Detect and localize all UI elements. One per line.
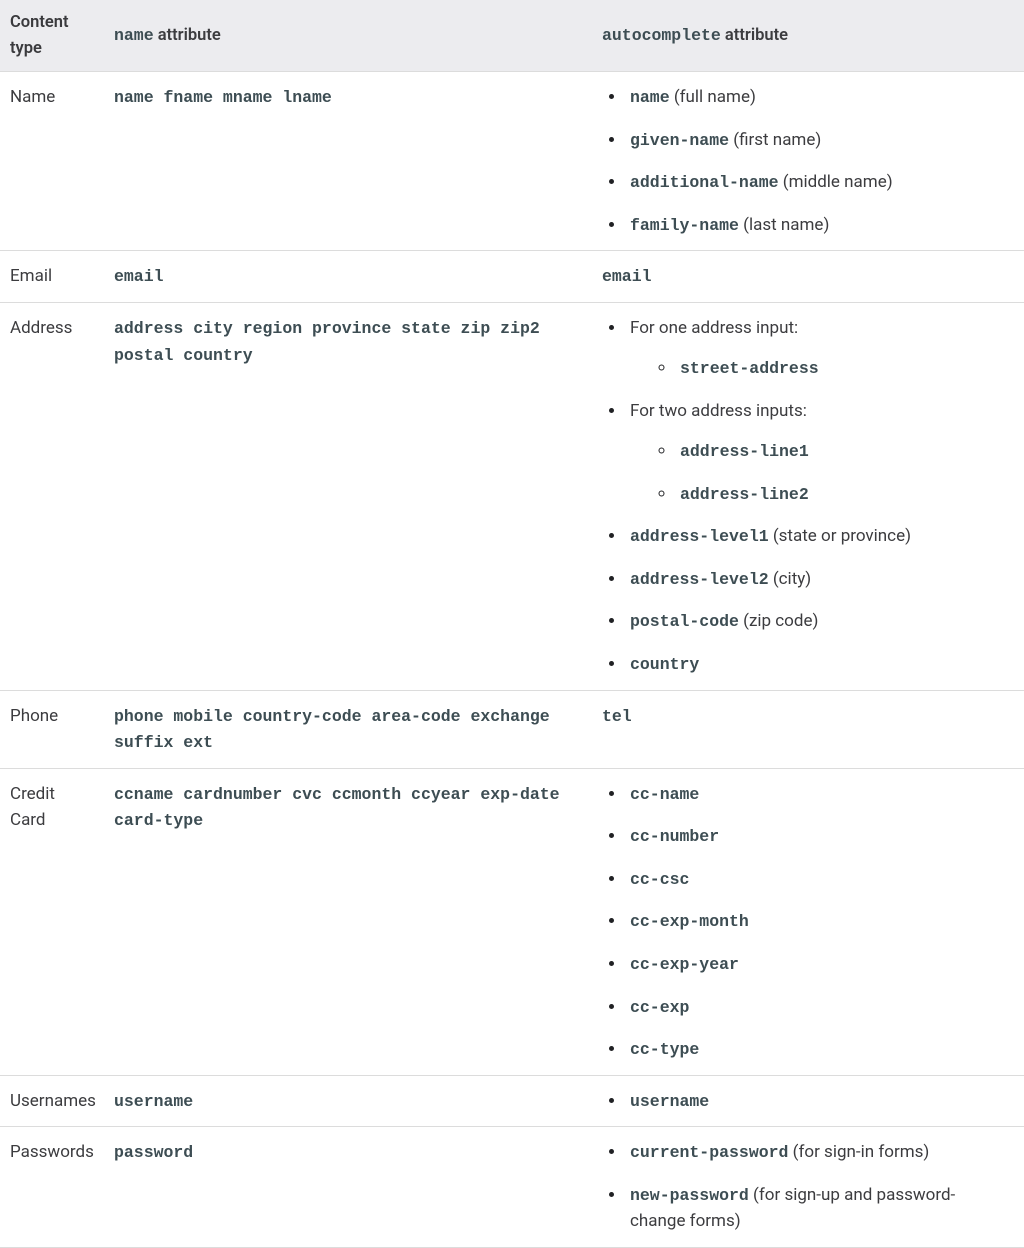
list-item: cc-exp-month <box>626 908 1008 935</box>
table-header-row: Content type name attribute autocomplete… <box>0 0 1024 72</box>
table-row-usernames: Usernames username username <box>0 1075 1024 1127</box>
list-item: cc-csc <box>626 866 1008 893</box>
name-attr-values: email <box>114 267 164 286</box>
autocomplete-list: current-password (for sign-in forms) new… <box>602 1139 1008 1234</box>
autocomplete-value: email <box>602 267 652 286</box>
nested-list: address-line1 address-line2 <box>630 438 1008 507</box>
autocomplete-list: name (full name) given-name (first name)… <box>602 84 1008 238</box>
list-item: family-name (last name) <box>626 212 1008 239</box>
list-item: new-password (for sign-up and password-c… <box>626 1182 1008 1235</box>
list-item: given-name (first name) <box>626 127 1008 154</box>
table-row-phone: Phone phone mobile country-code area-cod… <box>0 690 1024 768</box>
name-attr-values: password <box>114 1143 193 1162</box>
list-item: For one address input: street-address <box>626 315 1008 382</box>
name-attr-values: address city region province state zip z… <box>114 319 540 365</box>
name-attr-values: username <box>114 1092 193 1111</box>
row-label: Address <box>10 318 72 338</box>
row-label: Name <box>10 87 55 107</box>
list-item: cc-name <box>626 781 1008 808</box>
table-row-name: Name name fname mname lname name (full n… <box>0 72 1024 251</box>
list-item: current-password (for sign-in forms) <box>626 1139 1008 1166</box>
autocomplete-value: tel <box>602 707 632 726</box>
table-row-credit-card: Credit Card ccname cardnumber cvc ccmont… <box>0 768 1024 1075</box>
list-item: address-level2 (city) <box>626 566 1008 593</box>
list-item: address-line2 <box>676 481 1008 508</box>
table-row-address: Address address city region province sta… <box>0 302 1024 690</box>
list-item: additional-name (middle name) <box>626 169 1008 196</box>
autocomplete-list: username <box>602 1088 1008 1115</box>
list-item: postal-code (zip code) <box>626 608 1008 635</box>
list-item: For two address inputs: address-line1 ad… <box>626 398 1008 507</box>
list-item: username <box>626 1088 1008 1115</box>
list-item: cc-type <box>626 1036 1008 1063</box>
header-content-type: Content type <box>0 0 104 72</box>
name-attr-values: phone mobile country-code area-code exch… <box>114 707 550 753</box>
nested-list: street-address <box>630 355 1008 382</box>
list-item: country <box>626 651 1008 678</box>
list-item: cc-number <box>626 823 1008 850</box>
name-attr-values: ccname cardnumber cvc ccmonth ccyear exp… <box>114 785 560 831</box>
autocomplete-list: cc-name cc-number cc-csc cc-exp-month cc… <box>602 781 1008 1063</box>
autofill-attributes-table: Content type name attribute autocomplete… <box>0 0 1024 1248</box>
list-item: street-address <box>676 355 1008 382</box>
header-autocomplete-attribute: autocomplete attribute <box>592 0 1024 72</box>
list-item: address-level1 (state or province) <box>626 523 1008 550</box>
row-label: Email <box>10 266 52 286</box>
row-label: Usernames <box>10 1091 96 1111</box>
table-row-email: Email email email <box>0 251 1024 303</box>
list-item: cc-exp-year <box>626 951 1008 978</box>
header-name-attribute: name attribute <box>104 0 592 72</box>
autocomplete-list: For one address input: street-address Fo… <box>602 315 1008 678</box>
row-label: Passwords <box>10 1142 94 1162</box>
name-attr-values: name fname mname lname <box>114 88 332 107</box>
list-item: cc-exp <box>626 994 1008 1021</box>
table-row-passwords: Passwords password current-password (for… <box>0 1127 1024 1247</box>
row-label: Phone <box>10 706 58 726</box>
list-item: address-line1 <box>676 438 1008 465</box>
list-item: name (full name) <box>626 84 1008 111</box>
row-label: Credit Card <box>10 784 55 830</box>
